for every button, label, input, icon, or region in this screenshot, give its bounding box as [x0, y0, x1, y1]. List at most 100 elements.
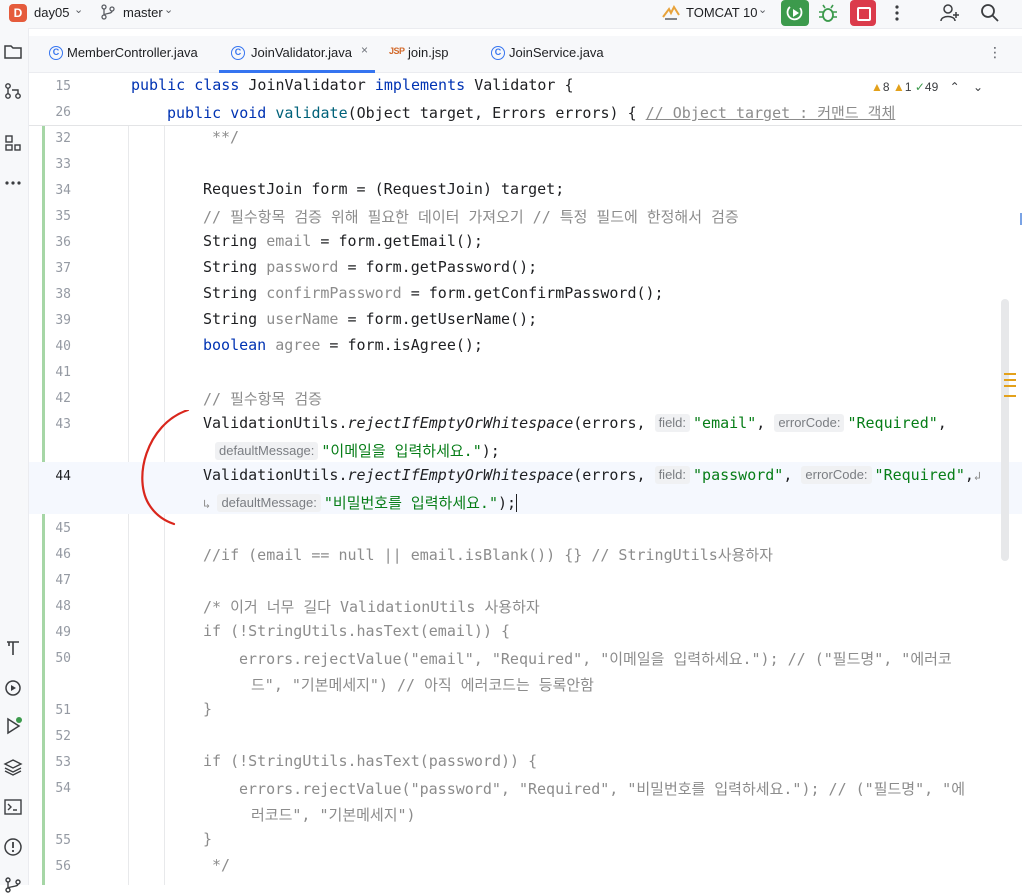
debug-icon[interactable]	[817, 3, 839, 25]
code-line[interactable]: if (!StringUtils.hasText(email)) {	[203, 622, 510, 640]
commit-icon[interactable]	[3, 81, 23, 101]
line-number: 39	[55, 313, 71, 328]
run-icon[interactable]	[3, 716, 23, 736]
tomcat-icon	[662, 4, 680, 20]
code-line[interactable]: String userName = form.getUserName();	[203, 310, 537, 328]
code-line[interactable]: ValidationUtils.rejectIfEmptyOrWhitespac…	[203, 414, 947, 432]
structure-icon[interactable]	[3, 133, 23, 153]
line-number: 15	[55, 79, 71, 94]
sticky-lines: 15 public class JoinValidator implements…	[29, 73, 1022, 126]
warning-marker[interactable]	[1004, 373, 1016, 375]
code-line[interactable]: }	[203, 700, 212, 718]
line-number: 33	[55, 157, 71, 172]
run-config-name[interactable]: TOMCAT 10	[686, 5, 758, 20]
layers-icon[interactable]	[3, 757, 23, 777]
code-line[interactable]: String password = form.getPassword();	[203, 258, 537, 276]
rerun-icon	[786, 6, 803, 21]
code-line[interactable]: **/	[212, 128, 239, 146]
class-icon: C	[491, 46, 505, 60]
sticky-line-class[interactable]: public class JoinValidator implements Va…	[131, 76, 574, 94]
stop-button[interactable]	[850, 0, 876, 26]
code-line[interactable]: errors.rejectValue("password", "Required…	[239, 778, 965, 799]
param-hint: errorCode:	[801, 466, 872, 484]
tab-member-controller[interactable]: C MemberController.java	[39, 36, 205, 72]
warning-marker[interactable]	[1004, 379, 1016, 381]
tab-join-service[interactable]: C JoinService.java	[487, 36, 627, 72]
code-line[interactable]: // 필수항목 검증	[203, 388, 322, 409]
code-line[interactable]: String confirmPassword = form.getConfirm…	[203, 284, 664, 302]
add-user-icon[interactable]	[939, 2, 961, 24]
param-hint: field:	[654, 466, 691, 484]
git-branch-icon[interactable]	[101, 4, 115, 20]
code-line[interactable]: }	[203, 830, 212, 848]
line-number: 42	[55, 391, 71, 406]
line-number: 55	[55, 833, 71, 848]
chevron-up-icon[interactable]: ⌃	[950, 80, 960, 94]
line-number: 51	[55, 703, 71, 718]
more-horizontal-icon[interactable]	[3, 173, 23, 193]
inspection-widget[interactable]: ▲8 ▲1 ✓49 ⌃ ⌄	[871, 80, 983, 94]
chevron-down-icon[interactable]: ⌄	[164, 3, 173, 16]
branch-name[interactable]: master	[123, 5, 163, 20]
warning-icon: ▲	[871, 80, 883, 94]
line-number: 48	[55, 599, 71, 614]
code-line[interactable]: String email = form.getEmail();	[203, 232, 483, 250]
code-line[interactable]: // 필수항목 검증 위해 필요한 데이터 가져오기 // 특정 필드에 한정해…	[203, 206, 739, 227]
project-name[interactable]: day05	[34, 5, 69, 20]
code-line[interactable]: if (!StringUtils.hasText(password)) {	[203, 752, 537, 770]
line-number: 50	[55, 651, 71, 666]
code-line[interactable]: //if (email == null || email.isBlank()) …	[203, 544, 773, 565]
line-number: 37	[55, 261, 71, 276]
project-badge[interactable]: D	[9, 4, 27, 22]
terminal-icon[interactable]	[3, 797, 23, 817]
problems-icon[interactable]	[3, 837, 23, 857]
services-icon[interactable]	[3, 678, 23, 698]
code-line[interactable]: errors.rejectValue("email", "Required", …	[239, 648, 952, 669]
code-line[interactable]: ValidationUtils.rejectIfEmptyOrWhitespac…	[203, 466, 981, 484]
search-icon[interactable]	[979, 2, 1001, 24]
vertical-scrollbar[interactable]	[1001, 299, 1009, 561]
warning-marker[interactable]	[1004, 385, 1016, 387]
code-line[interactable]: defaultMessage: "이메일을 입력하세요.");	[215, 440, 500, 461]
line-number: 26	[55, 105, 71, 120]
code-line[interactable]: /* 이거 너무 길다 ValidationUtils 사용하자	[203, 596, 540, 617]
param-hint: field:	[654, 414, 691, 432]
line-number: 45	[55, 521, 71, 536]
chevron-down-icon[interactable]: ⌄	[74, 3, 83, 16]
close-icon[interactable]: ×	[361, 43, 368, 57]
line-number: 52	[55, 729, 71, 744]
sticky-line-method[interactable]: public void validate(Object target, Erro…	[167, 102, 895, 123]
class-icon: C	[49, 46, 63, 60]
code-line[interactable]: RequestJoin form = (RequestJoin) target;	[203, 180, 564, 198]
line-number: 40	[55, 339, 71, 354]
line-number: 34	[55, 183, 71, 198]
code-line[interactable]: 드", "기본메세지") // 아직 에러코드는 등록안함	[251, 674, 594, 695]
git-icon[interactable]	[3, 875, 23, 895]
tab-join-jsp[interactable]: JSP join.jsp	[385, 36, 475, 72]
code-line[interactable]: */	[212, 856, 230, 874]
param-hint: errorCode:	[774, 414, 845, 432]
line-number: 43	[55, 417, 71, 432]
annotation-arc	[141, 410, 190, 526]
line-number: 54	[55, 781, 71, 796]
code-line[interactable]: 러코드", "기본메세지")	[251, 804, 416, 825]
line-number: 36	[55, 235, 71, 250]
line-number: 44	[55, 469, 71, 484]
project-folder-icon[interactable]	[3, 42, 23, 62]
warning-marker[interactable]	[1004, 395, 1016, 397]
chevron-down-icon[interactable]: ⌄	[973, 80, 983, 94]
line-number: 32	[55, 131, 71, 146]
line-number: 35	[55, 209, 71, 224]
tool-window-strip	[0, 28, 29, 893]
line-number: 46	[55, 547, 71, 562]
tab-join-validator[interactable]: C JoinValidator.java ×	[219, 36, 375, 73]
chevron-down-icon[interactable]: ⌄	[758, 3, 767, 16]
more-vertical-icon[interactable]	[886, 2, 908, 24]
more-vertical-icon[interactable]: ⋮	[988, 44, 1002, 61]
line-number: 47	[55, 573, 71, 588]
weak-warning-icon: ▲	[892, 80, 905, 94]
rerun-button[interactable]	[781, 0, 809, 26]
line-number: 53	[55, 755, 71, 770]
build-hammer-icon[interactable]	[3, 638, 23, 658]
code-line[interactable]: boolean agree = form.isAgree();	[203, 336, 483, 354]
